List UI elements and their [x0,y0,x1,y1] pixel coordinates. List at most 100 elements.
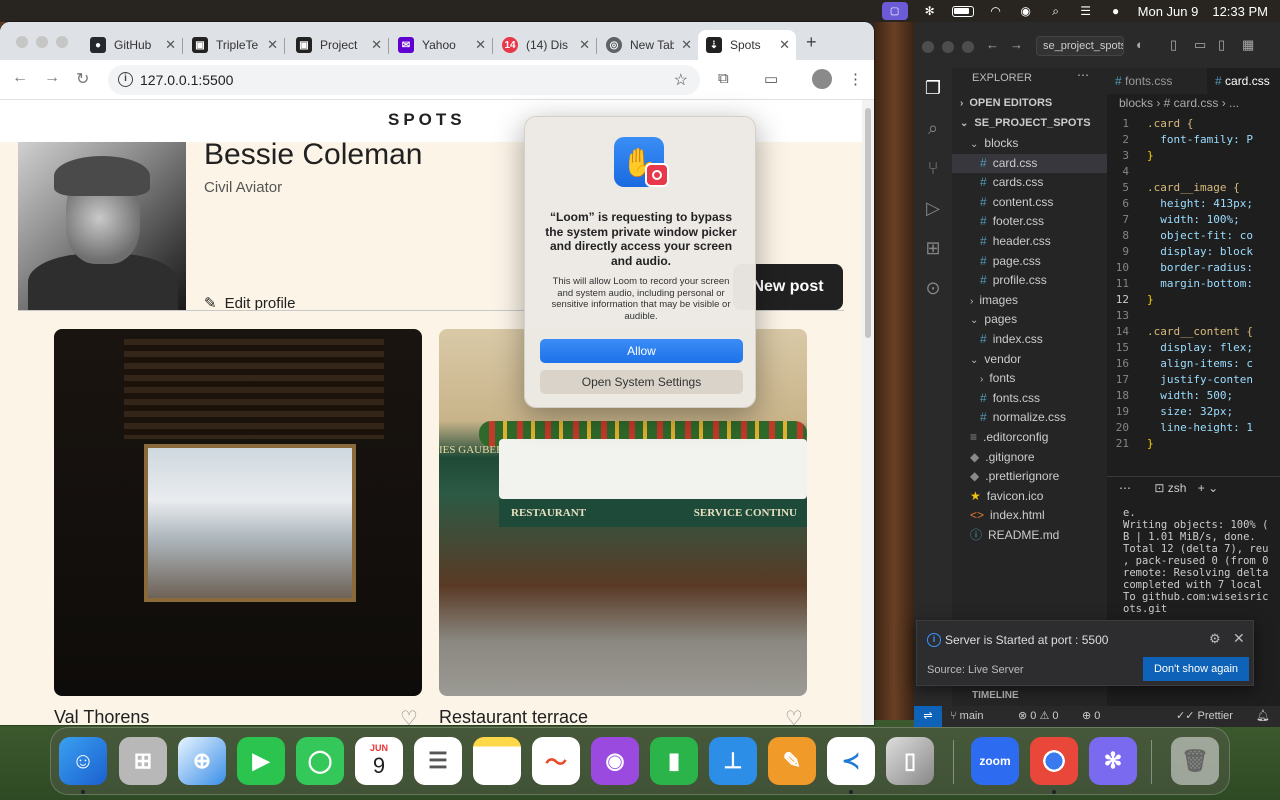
code-line[interactable]: 15 display: flex; [1107,340,1280,356]
trash-icon[interactable]: 🗑︎ [1171,737,1219,785]
vscode-icon[interactable]: ≺ [827,737,875,785]
more-actions-icon[interactable]: ⋯ [1119,481,1131,495]
problems-status[interactable]: ⊗ 0 ⚠ 0 [1018,706,1059,727]
siri-icon[interactable]: ● [1108,4,1124,18]
profile-avatar-icon[interactable] [812,69,832,89]
file-tree-item[interactable]: # footer.css [952,212,1107,231]
podcasts-icon[interactable]: ◉ [591,737,639,785]
toggle-panel-icon[interactable]: ▭ [1194,37,1206,53]
finder-icon[interactable]: ☺ [59,737,107,785]
battery-icon[interactable] [951,5,974,17]
terminal-shell-label[interactable]: zsh [1168,481,1187,495]
code-line[interactable]: 18 width: 500; [1107,388,1280,404]
chrome-icon[interactable] [1030,737,1078,785]
bookmark-star-icon[interactable]: ☆ [674,70,688,90]
timeline-section[interactable]: TIMELINE [972,690,1019,701]
customize-layout-icon[interactable]: ▦ [1242,37,1254,53]
open-editors-section[interactable]: › OPEN EDITORS [952,94,1107,113]
file-tree-item[interactable]: ≡ .editorconfig [952,428,1107,447]
open-system-settings-button[interactable]: Open System Settings [540,370,743,394]
file-tree-item[interactable]: # normalize.css [952,408,1107,427]
close-icon[interactable]: ✕ [371,37,382,53]
user-switch-icon[interactable]: ◉ [1018,4,1034,18]
tab-discord[interactable]: 14 (14) Dis ✕ [494,30,596,60]
code-line[interactable]: 3} [1107,148,1280,164]
card-image-val-thorens[interactable] [54,329,422,696]
reload-icon[interactable]: ↻ [76,69,89,89]
reminders-icon[interactable]: ☰ [414,737,462,785]
extensions-icon[interactable]: ⊞ [922,238,944,260]
more-actions-icon[interactable]: ⋯ [1077,68,1089,82]
page-scrollbar[interactable] [862,100,874,725]
new-terminal-icon[interactable]: + [1198,481,1205,495]
code-line[interactable]: 21} [1107,436,1280,452]
close-icon[interactable]: ✕ [681,37,692,53]
cast-media-icon[interactable]: ▭ [764,70,778,88]
copilot-icon[interactable]: ◐ [1136,37,1144,52]
code-line[interactable]: 14 .card__content { [1107,324,1280,340]
code-line[interactable]: 5 .card__image { [1107,180,1280,196]
code-line[interactable]: 10 border-radius: [1107,260,1280,276]
spotlight-search-icon[interactable]: ⌕ [1048,4,1064,18]
file-tree-item[interactable]: ⌄ pages [952,310,1107,329]
back-arrow-icon[interactable]: ← [986,37,999,52]
window-zoom-button[interactable] [56,36,68,48]
safari-icon[interactable]: ⊕ [178,737,226,785]
file-tree-item[interactable]: # index.css [952,330,1107,349]
window-minimize-button[interactable] [942,41,954,53]
toggle-sidebar-icon[interactable]: ▯ [1170,37,1177,53]
code-line[interactable]: 17 justify-conten [1107,372,1280,388]
file-tree-item[interactable]: # cards.css [952,173,1107,192]
code-line[interactable]: 9 display: block [1107,244,1280,260]
launchpad-icon[interactable]: ⊞ [119,737,167,785]
loom-menu-icon[interactable]: ▢ [881,2,908,20]
code-line[interactable]: 8 object-fit: co [1107,228,1280,244]
code-line[interactable]: 6 height: 413px; [1107,196,1280,212]
file-tree-item[interactable]: # page.css [952,252,1107,271]
code-line[interactable]: 19 size: 32px; [1107,404,1280,420]
editor-breadcrumb[interactable]: blocks › # card.css › ... [1119,96,1239,110]
ports-status[interactable]: ⊕ 0 [1082,706,1100,727]
run-debug-icon[interactable]: ▷ [922,198,944,220]
file-tree-item[interactable]: › fonts [952,369,1107,388]
back-arrow-icon[interactable]: ← [12,69,28,87]
dont-show-again-button[interactable]: Don't show again [1143,657,1249,681]
remote-indicator-icon[interactable]: ⇌ [914,706,942,727]
menu-bar-time[interactable]: 12:33 PM [1212,4,1268,19]
calendar-icon[interactable]: JUN 9 [355,737,403,785]
window-close-button[interactable] [16,36,28,48]
close-icon[interactable]: ✕ [779,37,790,53]
close-icon[interactable]: ✕ [165,37,176,53]
loom-icon[interactable]: ✻ [1089,737,1137,785]
close-icon[interactable]: ✕ [267,37,278,53]
file-tree-item[interactable]: # profile.css [952,271,1107,290]
tab-github[interactable]: ● GitHub ✕ [82,30,182,60]
window-close-button[interactable] [922,41,934,53]
search-icon[interactable]: ⌕ [922,118,944,140]
more-menu-icon[interactable]: ⋮ [848,70,863,88]
file-tree-item[interactable]: ◆ .gitignore [952,448,1107,467]
toggle-secondary-sidebar-icon[interactable]: ▯ [1218,37,1225,53]
gear-icon[interactable]: ⚙ [1209,631,1221,647]
file-tree-item[interactable]: ⌄ blocks [952,134,1107,153]
close-icon[interactable]: ✕ [1233,630,1245,647]
tab-project[interactable]: ▣ Project ✕ [288,30,388,60]
window-minimize-button[interactable] [36,36,48,48]
file-tree-item[interactable]: ★ favicon.ico [952,487,1107,506]
file-tree-item[interactable]: ⓘ README.md [952,526,1107,545]
file-tree-item[interactable]: # fonts.css [952,389,1107,408]
messages-icon[interactable]: ◯ [296,737,344,785]
code-line[interactable]: 7 width: 100%; [1107,212,1280,228]
tab-new-tab[interactable]: ◎ New Tab ✕ [598,30,698,60]
editor-tab-card-css[interactable]: # card.css [1207,68,1280,94]
allow-button[interactable]: Allow [540,339,743,363]
explorer-files-icon[interactable]: ❐ [922,78,944,100]
chevron-down-icon[interactable]: ⌄ [1208,481,1218,495]
extensions-puzzle-icon[interactable]: ⧉ [718,70,729,87]
freeform-icon[interactable]: 〜 [532,737,580,785]
code-line[interactable]: 20 line-height: 1 [1107,420,1280,436]
scrollbar-thumb[interactable] [865,108,871,338]
command-center-search[interactable]: se_project_spots [1036,36,1124,56]
settings-gear-icon[interactable]: ✻ [922,4,938,18]
window-zoom-button[interactable] [962,41,974,53]
